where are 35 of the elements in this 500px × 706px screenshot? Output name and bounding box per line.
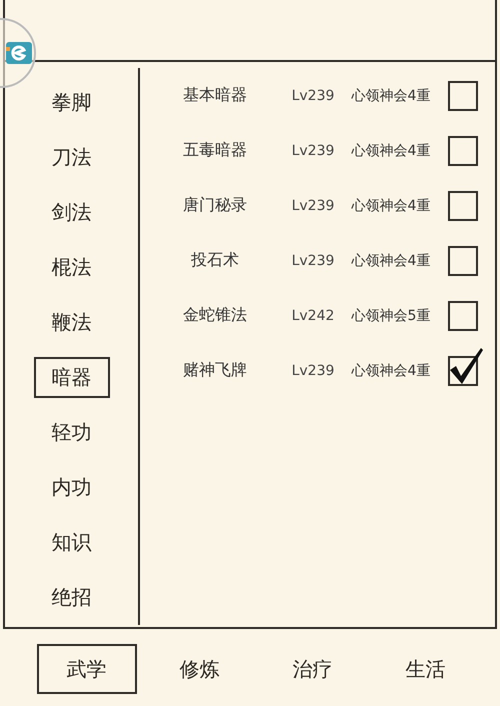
- skill-name: 五毒暗器: [182, 140, 248, 161]
- skill-name: 赌神飞牌: [182, 360, 248, 381]
- skill-level: Lv239: [290, 142, 336, 158]
- bottom-tab[interactable]: 修炼: [150, 644, 250, 694]
- mastery-label: 心领神会4重: [350, 142, 432, 160]
- category-tab[interactable]: 刀法: [34, 137, 110, 178]
- mastery-label: 心领神会4重: [350, 86, 432, 104]
- mastery-label: 心领神会4重: [350, 362, 432, 380]
- checkmark-icon: [448, 346, 484, 386]
- skill-name: 唐门秘录: [182, 195, 248, 216]
- skill-name: 投石术: [190, 250, 240, 271]
- skill-name: 金蛇锥法: [182, 305, 248, 326]
- skill-level: Lv239: [290, 252, 336, 268]
- category-tab[interactable]: 拳脚: [34, 82, 110, 123]
- category-tab[interactable]: 知识: [34, 522, 110, 563]
- skill-level: Lv239: [290, 88, 336, 104]
- bottom-tab[interactable]: 生活: [376, 644, 476, 694]
- category-tab[interactable]: 内功: [34, 467, 110, 508]
- skill-level: Lv239: [290, 362, 336, 378]
- category-tab[interactable]: 棍法: [34, 247, 110, 288]
- bottom-tab[interactable]: 武学: [36, 644, 136, 694]
- category-tab[interactable]: 绝招: [34, 577, 110, 618]
- category-tab[interactable]: 轻功: [34, 412, 110, 453]
- skill-level: Lv239: [290, 198, 336, 214]
- category-tab[interactable]: 鞭法: [34, 302, 110, 343]
- skill-name: 基本暗器: [182, 85, 248, 106]
- app-icon: [6, 42, 32, 64]
- skill-level: Lv242: [290, 308, 336, 324]
- category-tab[interactable]: 剑法: [34, 192, 110, 233]
- mastery-label: 心领神会5重: [350, 306, 432, 324]
- bottom-tab[interactable]: 治疗: [262, 644, 362, 694]
- mastery-label: 心领神会4重: [350, 196, 432, 214]
- mastery-label: 心领神会4重: [350, 252, 432, 270]
- checkbox[interactable]: [448, 346, 486, 386]
- category-tab[interactable]: 暗器: [34, 357, 110, 398]
